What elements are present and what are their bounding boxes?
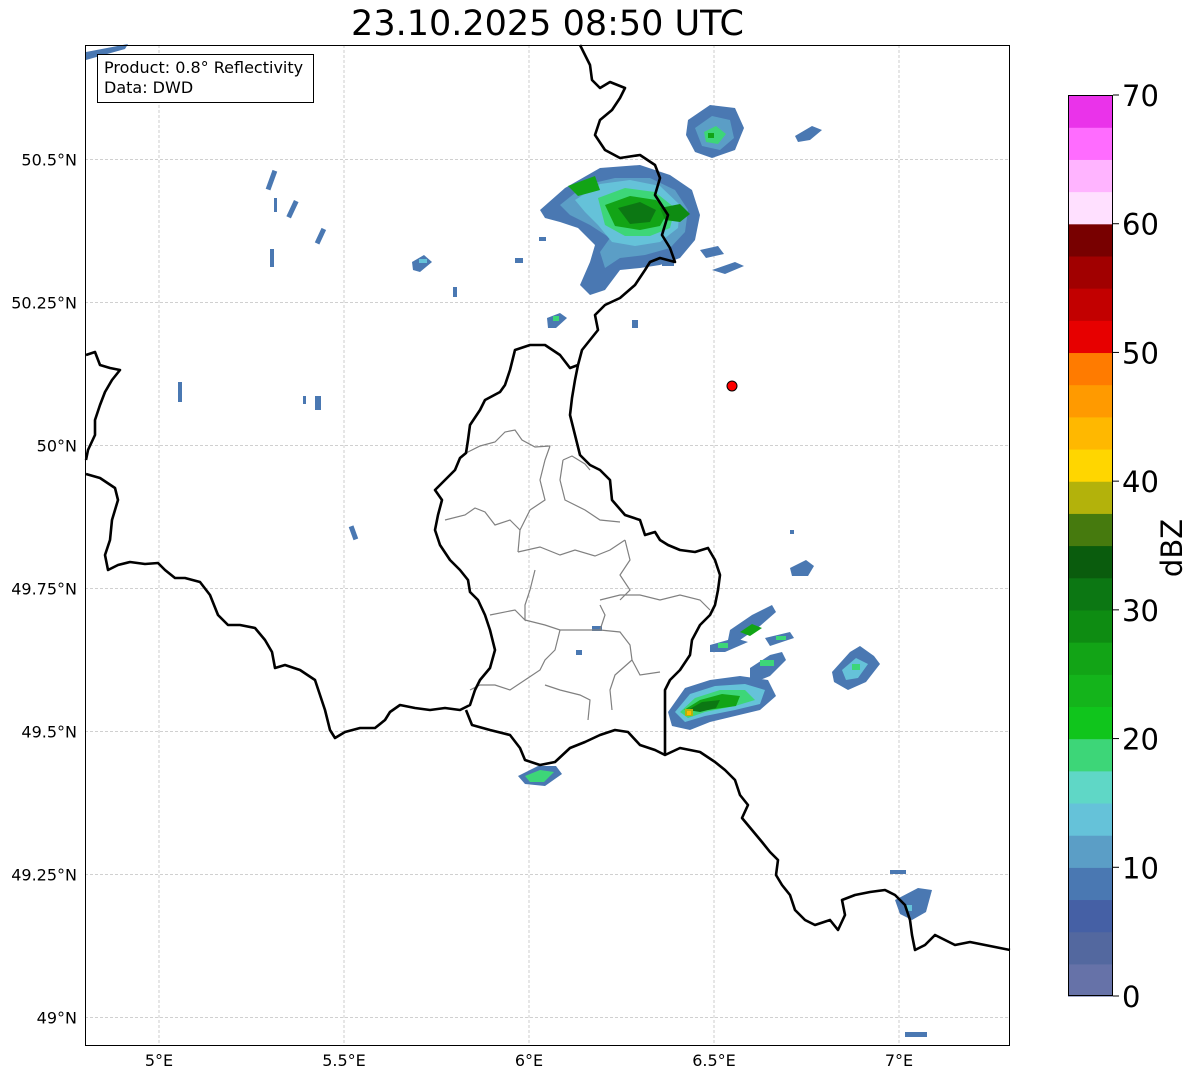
colorbar-swatch [1068, 288, 1113, 321]
colorbar-swatch [1068, 577, 1113, 611]
colorbar: 0 10 20 30 40 50 60 70 dBZ [1068, 79, 1189, 1014]
radar-site-marker [726, 380, 738, 392]
colorbar-swatch [1068, 159, 1113, 193]
colorbar-swatch [1068, 223, 1113, 257]
echo [274, 198, 277, 212]
y-tick-label: 50°N [37, 436, 77, 455]
echo [178, 382, 182, 402]
echo [905, 1032, 927, 1037]
echo [790, 530, 794, 534]
colorbar-swatch [1068, 481, 1113, 514]
colorbar-swatch [1068, 931, 1113, 965]
echo [776, 636, 786, 640]
x-tick-label: 6°E [515, 1051, 543, 1070]
colorbar-swatch [1068, 770, 1113, 804]
y-tick-label: 49°N [37, 1008, 77, 1027]
colorbar-swatch [1068, 835, 1113, 868]
colorbar-swatch [1068, 320, 1113, 354]
colorbar-swatch [1068, 899, 1113, 933]
colorbar-label: dBZ [1155, 519, 1189, 577]
echo [890, 870, 906, 874]
product-label: Product: 0.8° Reflectivity [104, 58, 304, 77]
colorbar-swatch [1068, 416, 1113, 450]
colorbar-swatch [1068, 867, 1113, 901]
colorbar-swatch [1068, 513, 1113, 547]
colorbar-tick-label: 30 [1122, 594, 1159, 628]
colorbar-swatch [1068, 95, 1113, 128]
echo [515, 258, 523, 263]
colorbar-tick-label: 40 [1122, 465, 1159, 499]
colorbar-blocks [1068, 95, 1113, 997]
colorbar-swatch [1068, 255, 1113, 289]
echo [553, 316, 559, 321]
echo [760, 660, 774, 666]
product-info-box: Product: 0.8° Reflectivity Data: DWD [97, 54, 314, 103]
x-tick-label: 7°E [885, 1051, 913, 1070]
colorbar-swatch [1068, 384, 1113, 418]
colorbar-swatch [1068, 802, 1113, 836]
x-tick-label: 6.5°E [692, 1051, 736, 1070]
colorbar-swatch [1068, 448, 1113, 482]
echo [419, 259, 427, 263]
colorbar-swatch [1068, 545, 1113, 579]
echo [687, 711, 691, 715]
x-tick-label: 5.5°E [322, 1051, 366, 1070]
y-tick-label: 49.25°N [11, 865, 77, 884]
colorbar-swatch [1068, 127, 1113, 160]
data-source-label: Data: DWD [104, 78, 194, 97]
colorbar-tick-label: 10 [1122, 851, 1159, 885]
echo [303, 396, 306, 404]
colorbar-swatch [1068, 352, 1113, 386]
map-background [85, 45, 1010, 1046]
colorbar-tick-label: 20 [1122, 723, 1159, 757]
echo [576, 650, 582, 655]
echo [718, 643, 728, 648]
echo [453, 287, 457, 297]
colorbar-swatch [1068, 738, 1113, 772]
colorbar-swatch [1068, 609, 1113, 643]
y-tick-label: 49.75°N [11, 579, 77, 598]
colorbar-tick-label: 70 [1122, 79, 1159, 113]
echo [270, 249, 274, 267]
colorbar-swatch [1068, 963, 1113, 997]
echo [315, 396, 321, 410]
colorbar-ticks: 0 10 20 30 40 50 60 70 [1113, 79, 1159, 1014]
colorbar-swatch [1068, 191, 1113, 225]
echo [852, 664, 860, 670]
colorbar-tick-label: 60 [1122, 208, 1159, 242]
colorbar-swatch [1068, 706, 1113, 740]
y-tick-label: 50.5°N [21, 150, 77, 169]
y-tick-label: 49.5°N [21, 722, 77, 741]
radar-map: 5°E 5.5°E 6°E 6.5°E 7°E 50.5°N 50.25°N 50°N 49.7… [11, 44, 1189, 1070]
colorbar-swatch [1068, 642, 1113, 675]
colorbar-tick-label: 50 [1122, 336, 1159, 370]
x-tick-label: 5°E [145, 1051, 173, 1070]
echo [708, 133, 714, 138]
colorbar-tick-label: 0 [1122, 980, 1140, 1014]
plot-area: 5°E 5.5°E 6°E 6.5°E 7°E 50.5°N 50.25°N 50°N 49.7… [11, 44, 1011, 1070]
echo [632, 320, 638, 328]
colorbar-swatch [1068, 674, 1113, 707]
echo [539, 237, 546, 241]
y-tick-label: 50.25°N [11, 293, 77, 312]
